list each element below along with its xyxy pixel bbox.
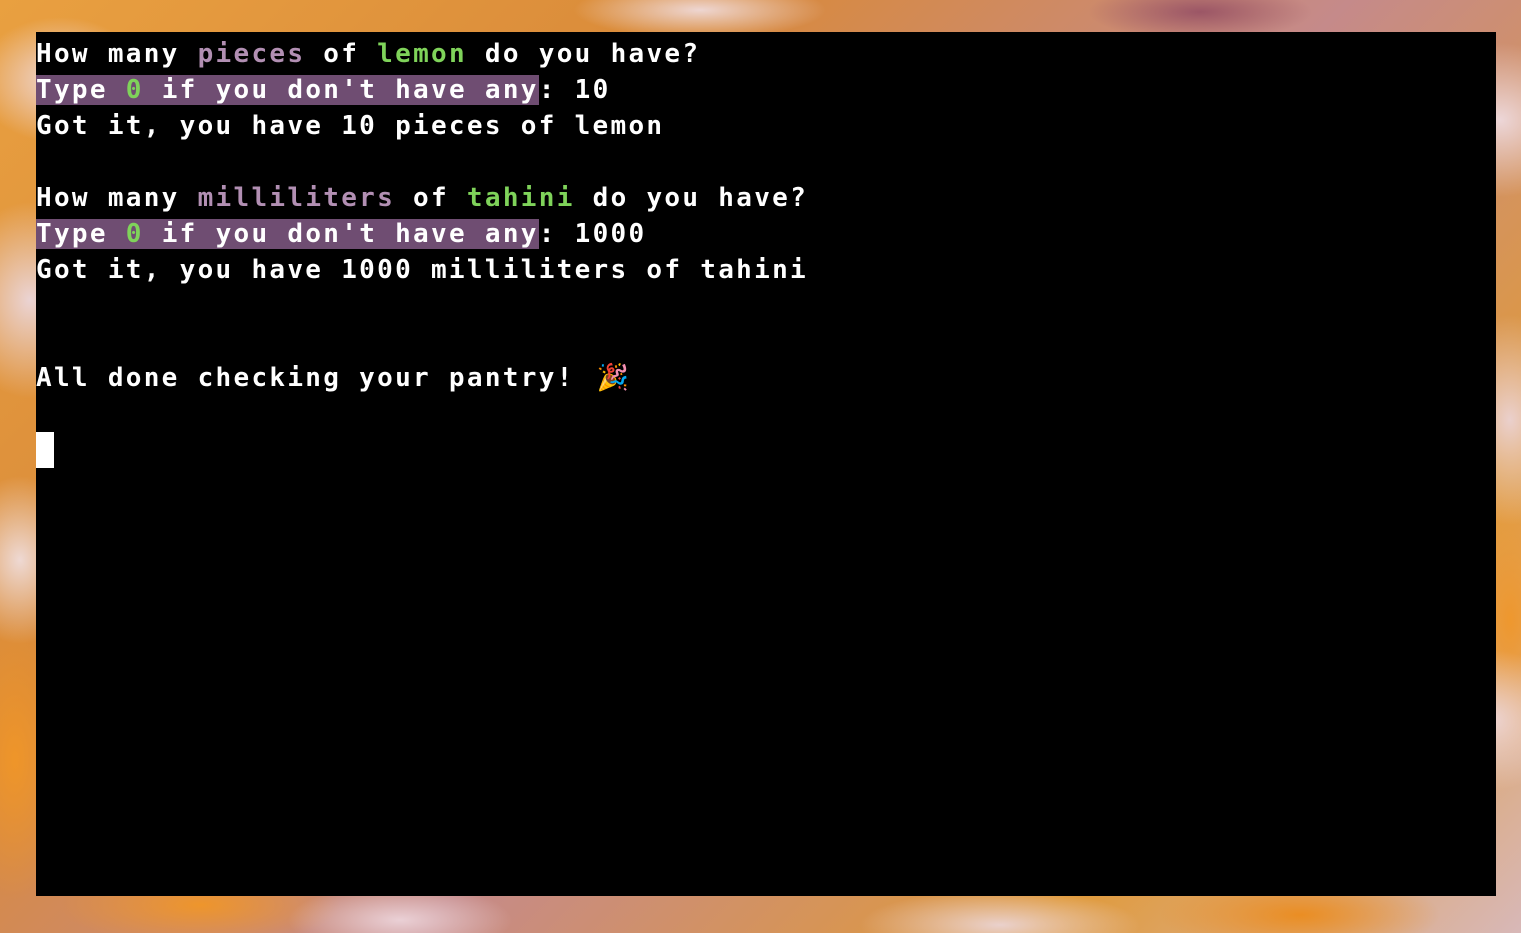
unit-label: milliliters: [197, 183, 396, 213]
prompt-line[interactable]: [36, 432, 1496, 468]
unit-label: pieces: [197, 39, 306, 69]
of-text: of: [395, 183, 467, 213]
hint-text: Type: [36, 75, 126, 105]
hint-text: if you don't have any: [143, 75, 539, 105]
confirm-line-lemon: Got it, you have 10 pieces of lemon: [36, 111, 665, 141]
question-line-tahini: How many milliliters of tahini do you ha…: [36, 180, 1496, 216]
of-text: of: [305, 39, 378, 69]
hint-text: if you don't have any: [143, 219, 539, 249]
ingredient-label: tahini: [466, 183, 575, 213]
terminal-window[interactable]: How many pieces of lemon do you have? Ty…: [36, 32, 1496, 896]
hint-highlight: Type 0 if you don't have any: [36, 75, 539, 105]
ingredient-label: lemon: [377, 39, 467, 69]
hint-zero: 0: [125, 219, 144, 249]
question-prefix: How many: [36, 183, 198, 213]
input-line-tahini[interactable]: Type 0 if you don't have any: 1000: [36, 216, 1496, 252]
party-popper-icon: 🎉: [596, 363, 632, 393]
input-line-lemon[interactable]: Type 0 if you don't have any: 10: [36, 72, 1496, 108]
user-input-value: : 10: [538, 75, 611, 105]
done-message: All done checking your pantry!: [36, 363, 593, 393]
question-line-lemon: How many pieces of lemon do you have?: [36, 36, 1496, 72]
question-suffix: do you have?: [466, 39, 701, 69]
text-cursor[interactable]: [36, 432, 54, 468]
confirm-line-tahini: Got it, you have 1000 milliliters of tah…: [36, 255, 808, 285]
question-suffix: do you have?: [574, 183, 809, 213]
hint-highlight: Type 0 if you don't have any: [36, 219, 539, 249]
done-line: All done checking your pantry! 🎉: [36, 360, 1496, 396]
hint-text: Type: [36, 219, 126, 249]
question-prefix: How many: [36, 39, 198, 69]
hint-zero: 0: [125, 75, 144, 105]
user-input-value: : 1000: [538, 219, 647, 249]
